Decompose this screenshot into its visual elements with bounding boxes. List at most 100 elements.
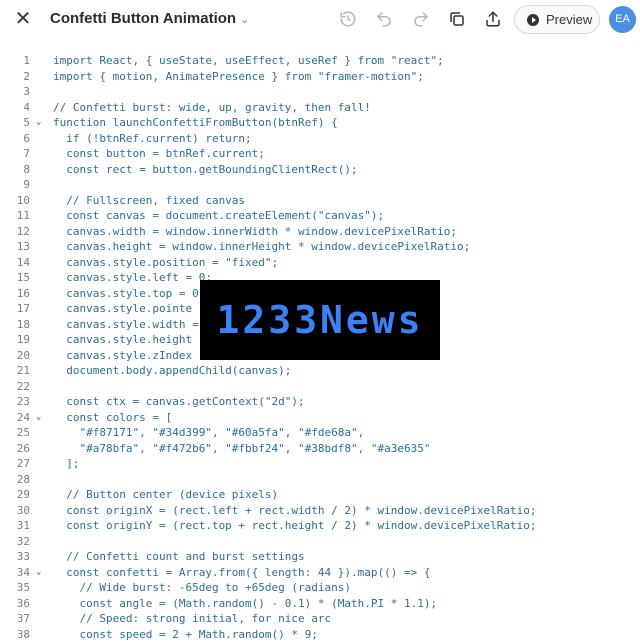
code-line[interactable]: 36 const angle = (Math.random() - 0.1) *…: [0, 596, 640, 612]
code-text: "#f87171", "#34d399", "#60a5fa", "#fde68…: [53, 425, 364, 441]
preview-label: Preview: [546, 12, 592, 27]
code-line[interactable]: 6 if (!btnRef.current) return;: [0, 131, 640, 147]
code-text: ];: [53, 456, 80, 472]
code-line[interactable]: 37 // Speed: strong initial, for nice ar…: [0, 611, 640, 627]
code-text: // Speed: strong initial, for nice arc: [53, 611, 331, 627]
line-number: 13: [0, 239, 30, 255]
line-number: 33: [0, 549, 30, 565]
line-number: 28: [0, 472, 30, 488]
line-number: 25: [0, 425, 30, 441]
code-line[interactable]: 31 const originY = (rect.top + rect.heig…: [0, 518, 640, 534]
code-text: canvas.style.width =: [53, 317, 199, 333]
code-line[interactable]: 8 const rect = button.getBoundingClientR…: [0, 162, 640, 178]
close-icon[interactable]: ✕: [12, 8, 34, 30]
code-text: const originX = (rect.left + rect.width …: [53, 503, 536, 519]
line-number: 22: [0, 379, 30, 395]
line-number: 34: [0, 565, 30, 581]
play-icon: [527, 14, 539, 26]
undo-icon[interactable]: [373, 8, 395, 30]
code-line[interactable]: 12 canvas.width = window.innerWidth * wi…: [0, 224, 640, 240]
line-number: 36: [0, 596, 30, 612]
code-line[interactable]: 34 ⌄ const confetti = Array.from({ length…: [0, 565, 640, 581]
code-text: import React, { useState, useEffect, use…: [53, 53, 444, 69]
code-line[interactable]: 29 // Button center (device pixels): [0, 487, 640, 503]
line-number: 21: [0, 363, 30, 379]
code-line[interactable]: 2import { motion, AnimatePresence } from…: [0, 69, 640, 85]
line-number: 30: [0, 503, 30, 519]
code-text: // Button center (device pixels): [53, 487, 278, 503]
code-line[interactable]: 14 canvas.style.position = "fixed";: [0, 255, 640, 271]
line-number: 20: [0, 348, 30, 364]
line-number: 27: [0, 456, 30, 472]
line-number: 8: [0, 162, 30, 178]
code-text: const originY = (rect.top + rect.height …: [53, 518, 536, 534]
top-toolbar: ✕ Confetti Button Animation ⌄ Preview EA: [0, 0, 640, 40]
share-icon[interactable]: [482, 8, 504, 30]
code-text: canvas.style.zIndex: [53, 348, 192, 364]
code-text: document.body.appendChild(canvas);: [53, 363, 291, 379]
code-line[interactable]: 11 const canvas = document.createElement…: [0, 208, 640, 224]
code-line[interactable]: 24 ⌄ const colors = [: [0, 410, 640, 426]
chevron-down-icon: ⌄: [240, 13, 249, 26]
line-number: 23: [0, 394, 30, 410]
code-line[interactable]: 9: [0, 177, 640, 193]
line-number: 12: [0, 224, 30, 240]
title-text: Confetti Button Animation: [50, 10, 236, 27]
code-text: canvas.height = window.innerHeight * win…: [53, 239, 470, 255]
fold-chevron-icon[interactable]: ⌄: [36, 115, 41, 131]
line-number: 1: [0, 53, 30, 69]
code-text: // Confetti count and burst settings: [53, 549, 305, 565]
line-number: 3: [0, 84, 30, 100]
line-number: 31: [0, 518, 30, 534]
code-text: if (!btnRef.current) return;: [53, 131, 252, 147]
code-text: const colors = [: [53, 410, 172, 426]
line-number: 19: [0, 332, 30, 348]
code-line[interactable]: 30 const originX = (rect.left + rect.wid…: [0, 503, 640, 519]
page-title[interactable]: Confetti Button Animation ⌄: [50, 10, 249, 27]
fold-chevron-icon[interactable]: ⌄: [36, 410, 41, 426]
line-number: 7: [0, 146, 30, 162]
watermark-text: 1233News: [216, 298, 423, 342]
line-number: 14: [0, 255, 30, 271]
code-line[interactable]: 3: [0, 84, 640, 100]
code-line[interactable]: 27 ];: [0, 456, 640, 472]
line-number: 16: [0, 286, 30, 302]
code-line[interactable]: 7 const button = btnRef.current;: [0, 146, 640, 162]
line-number: 29: [0, 487, 30, 503]
code-line[interactable]: 13 canvas.height = window.innerHeight * …: [0, 239, 640, 255]
line-number: 35: [0, 580, 30, 596]
line-number: 2: [0, 69, 30, 85]
code-line[interactable]: 4// Confetti burst: wide, up, gravity, t…: [0, 100, 640, 116]
avatar[interactable]: EA: [609, 6, 636, 33]
code-line[interactable]: 1 import React, { useState, useEffect, us…: [0, 53, 640, 69]
preview-button[interactable]: Preview: [514, 5, 600, 34]
code-text: const confetti = Array.from({ length: 44…: [53, 565, 431, 581]
line-number: 4: [0, 100, 30, 116]
line-number: 37: [0, 611, 30, 627]
line-number: 9: [0, 177, 30, 193]
line-number: 17: [0, 301, 30, 317]
code-line[interactable]: 22: [0, 379, 640, 395]
line-number: 26: [0, 441, 30, 457]
code-line[interactable]: 32: [0, 534, 640, 550]
line-number: 24: [0, 410, 30, 426]
code-line[interactable]: 10 // Fullscreen, fixed canvas: [0, 193, 640, 209]
code-line[interactable]: 23 const ctx = canvas.getContext("2d");: [0, 394, 640, 410]
redo-icon[interactable]: [410, 8, 432, 30]
copy-icon[interactable]: [446, 8, 468, 30]
code-text: const button = btnRef.current;: [53, 146, 265, 162]
code-text: canvas.style.position = "fixed";: [53, 255, 278, 271]
code-line[interactable]: 33 // Confetti count and burst settings: [0, 549, 640, 565]
code-text: const rect = button.getBoundingClientRec…: [53, 162, 358, 178]
code-line[interactable]: 26 "#a78bfa", "#f472b6", "#fbbf24", "#38…: [0, 441, 640, 457]
history-icon[interactable]: [337, 8, 359, 30]
watermark-overlay: 1233News: [200, 280, 440, 360]
code-line[interactable]: 35 // Wide burst: -65deg to +65deg (radi…: [0, 580, 640, 596]
code-line[interactable]: 25 "#f87171", "#34d399", "#60a5fa", "#fd…: [0, 425, 640, 441]
fold-chevron-icon[interactable]: ⌄: [36, 565, 41, 581]
code-line[interactable]: 21 document.body.appendChild(canvas);: [0, 363, 640, 379]
code-line[interactable]: 28: [0, 472, 640, 488]
line-number: 15: [0, 270, 30, 286]
code-text: canvas.style.height: [53, 332, 192, 348]
code-line[interactable]: 5⌄function launchConfettiFromButton(btnR…: [0, 115, 640, 131]
